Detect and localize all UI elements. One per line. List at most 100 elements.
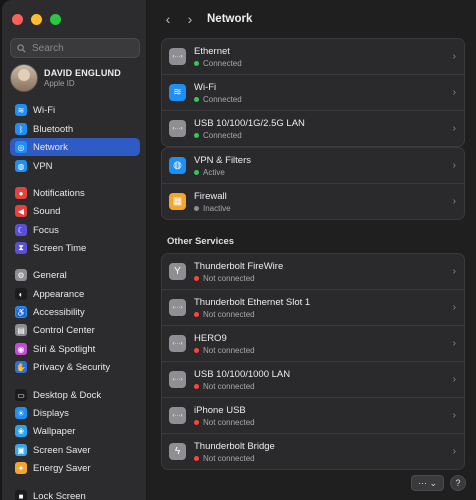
status-text: Not connected [203, 453, 255, 463]
sidebar-item-label: Control Center [33, 324, 95, 336]
sidebar-item-network[interactable]: ◎ Network [10, 138, 140, 156]
back-button[interactable]: ‹ [157, 11, 179, 27]
forward-button[interactable]: › [179, 11, 201, 27]
sidebar-item-appearance[interactable]: ◐ Appearance [10, 285, 140, 303]
ethernet-icon: ‹···› [169, 335, 186, 352]
chevron-right-icon: › [452, 302, 456, 313]
bluetooth-icon: ᛒ [15, 123, 27, 135]
close-window-button[interactable] [12, 14, 23, 25]
sidebar-item-label: General [33, 269, 67, 281]
sidebar-item-label: Desktop & Dock [33, 389, 102, 401]
sidebar-item-label: Screen Time [33, 242, 87, 254]
sidebar-item-screen-time[interactable]: ⧗ Screen Time [10, 239, 140, 257]
status-dot [194, 383, 199, 389]
sidebar-item-wi-fi[interactable]: ≋ Wi-Fi [10, 101, 140, 119]
network-service-row[interactable]: ‹···› iPhone USB Not connected › [162, 398, 464, 434]
sidebar-item-general[interactable]: ⚙ General [10, 266, 140, 284]
page-title: Network [207, 13, 253, 25]
wallpaper-icon: ❀ [15, 425, 27, 437]
gear-icon: ⚙ [15, 269, 27, 281]
status-dot [194, 455, 199, 461]
wifi-icon: ≋ [169, 84, 186, 101]
sidebar-item-desktop-dock[interactable]: ▭ Desktop & Dock [10, 386, 140, 404]
ethernet-icon: ‹···› [169, 371, 186, 388]
sidebar-item-label: Energy Saver [33, 462, 91, 474]
sidebar-item-label: Lock Screen [33, 490, 86, 500]
network-service-row[interactable]: ‹···› USB 10/100/1000 LAN Not connected › [162, 362, 464, 398]
sidebar: DAVID ENGLUND Apple ID ≋ Wi-Fi ᛒ Bluetooth ◎… [2, 0, 147, 500]
vpn-globe-icon: ◍ [169, 157, 186, 174]
chevron-right-icon: › [452, 446, 456, 457]
sidebar-item-label: Wi-Fi [33, 104, 56, 116]
sidebar-item-label: Privacy & Security [33, 361, 111, 373]
sidebar-item-wallpaper[interactable]: ❀ Wallpaper [10, 422, 140, 440]
siri-icon: ◉ [15, 343, 27, 355]
service-name: Wi-Fi [194, 81, 217, 93]
sidebar-item-privacy-security[interactable]: ✋ Privacy & Security [10, 358, 140, 376]
sidebar-item-control-center[interactable]: ▤ Control Center [10, 321, 140, 339]
sidebar-item-label: Wallpaper [33, 425, 76, 437]
status-dot [194, 60, 199, 66]
sidebar-item-siri-spotlight[interactable]: ◉ Siri & Spotlight [10, 340, 140, 358]
footer-buttons: ··· ⌄ ? [410, 475, 466, 491]
control-center-icon: ▤ [15, 324, 27, 336]
search-input[interactable] [30, 41, 134, 55]
sidebar-item-energy-saver[interactable]: ✦ Energy Saver [10, 459, 140, 477]
settings-group: Y Thunderbolt FireWire Not connected › ‹···›… [161, 253, 465, 470]
help-button[interactable]: ? [450, 475, 466, 491]
service-status: Connected [194, 59, 242, 68]
status-dot [194, 205, 199, 211]
network-service-row[interactable]: ‹···› Thunderbolt Ethernet Slot 1 Not conn… [162, 290, 464, 326]
sidebar-item-screen-saver[interactable]: ▣ Screen Saver [10, 441, 140, 459]
sidebar-item-notifications[interactable]: ● Notifications [10, 184, 140, 202]
service-status: Not connected [194, 454, 275, 463]
window-controls [12, 14, 61, 25]
chevron-right-icon: › [452, 160, 456, 171]
network-service-row[interactable]: ◍ VPN & Filters Active › [162, 148, 464, 184]
sidebar-item-accessibility[interactable]: ♿ Accessibility [10, 303, 140, 321]
sidebar-item-label: Network [33, 141, 68, 153]
chevron-right-icon: › [452, 410, 456, 421]
sidebar-item-vpn[interactable]: ◍ VPN [10, 157, 140, 175]
service-status: Connected [194, 131, 305, 140]
sidebar-item-label: Notifications [33, 187, 85, 199]
sidebar-item-displays[interactable]: ☀ Displays [10, 404, 140, 422]
firewire-icon: Y [169, 263, 186, 280]
network-service-row[interactable]: ‹···› Ethernet Connected › [162, 39, 464, 75]
ethernet-icon: ‹···› [169, 48, 186, 65]
sidebar-item-lock-screen[interactable]: ■ Lock Screen [10, 487, 140, 500]
network-service-row[interactable]: Y Thunderbolt FireWire Not connected › [162, 254, 464, 290]
other-services-heading: Other Services [167, 236, 235, 247]
lightbulb-icon: ✦ [15, 462, 27, 474]
apple-id-account[interactable]: DAVID ENGLUND Apple ID [10, 64, 121, 92]
more-actions-button[interactable]: ··· ⌄ [410, 475, 444, 491]
sidebar-item-label: Displays [33, 407, 69, 419]
sidebar-item-sound[interactable]: ◀ Sound [10, 202, 140, 220]
lock-icon: ■ [15, 490, 27, 500]
sidebar-item-label: Accessibility [33, 306, 85, 318]
display-icon: ☀ [15, 407, 27, 419]
sidebar-item-bluetooth[interactable]: ᛒ Bluetooth [10, 120, 140, 138]
sidebar-search[interactable] [10, 38, 140, 58]
chevron-right-icon: › [452, 338, 456, 349]
settings-group: ‹···› Ethernet Connected › ≋ Wi-Fi Connected › ‹… [161, 38, 465, 147]
accessibility-icon: ♿ [15, 306, 27, 318]
service-name: USB 10/100/1G/2.5G LAN [194, 117, 305, 129]
network-service-row[interactable]: ≋ Wi-Fi Connected › [162, 75, 464, 111]
status-dot [194, 132, 199, 138]
status-text: Not connected [203, 309, 255, 319]
status-text: Not connected [203, 345, 255, 355]
network-service-row[interactable]: ϟ Thunderbolt Bridge Not connected › [162, 434, 464, 469]
service-name: USB 10/100/1000 LAN [194, 368, 291, 380]
network-service-row[interactable]: ▦ Firewall Inactive › [162, 184, 464, 219]
service-status: Not connected [194, 382, 290, 391]
zoom-window-button[interactable] [50, 14, 61, 25]
network-service-row[interactable]: ‹···› USB 10/100/1G/2.5G LAN Connected › [162, 111, 464, 146]
sidebar-item-focus[interactable]: ☾ Focus [10, 221, 140, 239]
minimize-window-button[interactable] [31, 14, 42, 25]
status-text: Connected [203, 58, 242, 68]
service-name: Thunderbolt FireWire [194, 260, 284, 272]
sidebar-item-label: Focus [33, 224, 59, 236]
network-service-row[interactable]: ‹···› HERO9 Not connected › [162, 326, 464, 362]
status-text: Not connected [203, 417, 255, 427]
